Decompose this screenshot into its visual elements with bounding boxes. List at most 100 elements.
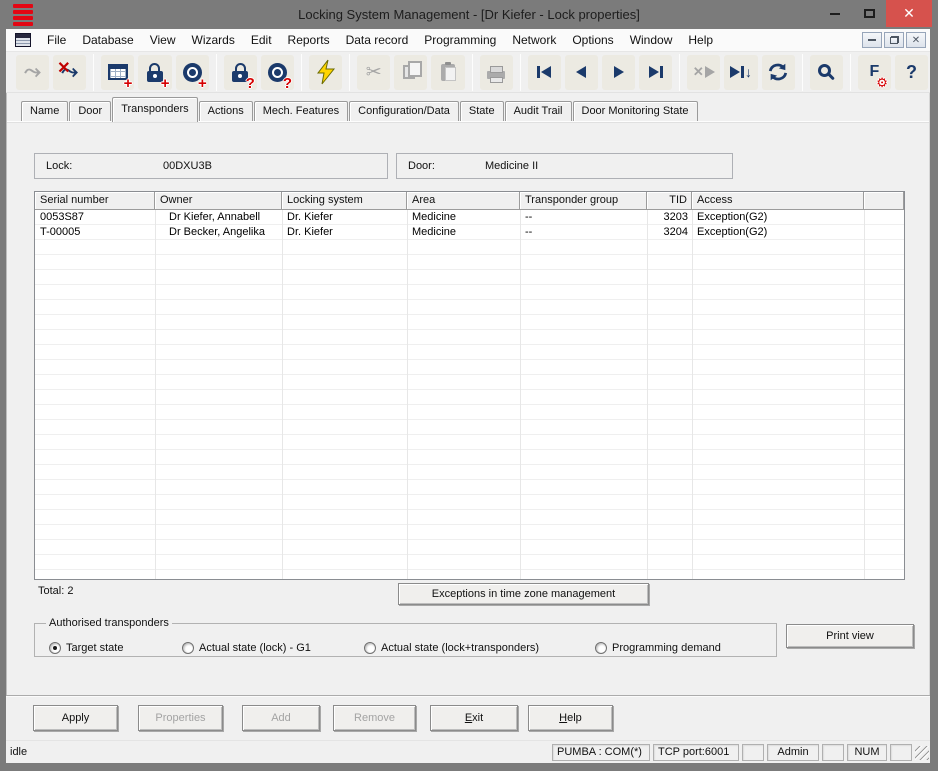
door-value: Medicine II (485, 160, 538, 172)
menu-network[interactable]: Network (504, 30, 564, 50)
new-locking-system-button[interactable]: + (101, 55, 134, 90)
tab-configuration-data[interactable]: Configuration/Data (349, 101, 459, 121)
filter-settings-button[interactable]: F⚙ (858, 55, 891, 90)
apply-label: Apply (34, 712, 117, 724)
plus-badge-icon: + (124, 77, 133, 91)
new-transponder-button[interactable]: + (176, 55, 209, 90)
remove-button[interactable]: Remove (333, 705, 416, 731)
exceptions-time-zone-button[interactable]: Exceptions in time zone management (398, 583, 649, 605)
cell-owner: Dr Kiefer, Annabell (155, 210, 282, 225)
new-record-button[interactable]: ↓ (724, 55, 757, 90)
menu-file[interactable]: File (39, 30, 74, 50)
radio-actual-state-lock-g1[interactable]: Actual state (lock) - G1 (182, 642, 311, 654)
transponders-table: Serial number Owner Locking system Area … (34, 191, 905, 580)
toolbar-separator (472, 54, 473, 91)
mdi-close-button[interactable]: ✕ (906, 32, 926, 48)
radio-target-state[interactable]: Target state (49, 642, 123, 654)
menu-wizards[interactable]: Wizards (184, 30, 243, 50)
door-field: Door: Medicine II (396, 153, 733, 179)
radio-label: Actual state (lock) - G1 (199, 642, 311, 654)
paste-icon (441, 64, 455, 81)
toolbar-separator (850, 54, 851, 91)
transfer-cancel-button[interactable]: ⤳✕ (53, 55, 86, 90)
menu-data-record[interactable]: Data record (338, 30, 417, 50)
copy-button[interactable] (394, 55, 427, 90)
column-header-serial-number[interactable]: Serial number (35, 192, 155, 210)
menu-programming[interactable]: Programming (416, 30, 504, 50)
lock-properties-dialog: Name Door Transponders Actions Mech. Fea… (6, 93, 930, 695)
tab-name[interactable]: Name (21, 101, 68, 121)
column-header-tid[interactable]: TID (647, 192, 692, 210)
radio-label: Actual state (lock+transponders) (381, 642, 539, 654)
read-lock-button[interactable]: ? (224, 55, 257, 90)
mdi-restore-button[interactable] (884, 32, 904, 48)
column-header-owner[interactable]: Owner (155, 192, 282, 210)
column-header-transponder-group[interactable]: Transponder group (520, 192, 647, 210)
toolbar-separator (349, 54, 350, 91)
properties-button[interactable]: Properties (138, 705, 223, 731)
refresh-button[interactable] (762, 55, 795, 90)
search-button[interactable] (810, 55, 843, 90)
total-count: Total: 2 (38, 585, 73, 597)
gear-icon: ⚙ (876, 76, 888, 89)
print-button[interactable] (480, 55, 513, 90)
menu-options[interactable]: Options (564, 30, 621, 50)
print-view-button[interactable]: Print view (786, 624, 914, 648)
tab-state[interactable]: State (460, 101, 504, 121)
window-close-button[interactable]: ✕ (886, 0, 932, 27)
help-label: Help (529, 712, 612, 724)
mdi-system-menu-icon[interactable] (15, 33, 31, 47)
grid-line (864, 210, 865, 579)
menubar: File Database View Wizards Edit Reports … (6, 29, 930, 52)
statusbar: idle PUMBA : COM(*) TCP port:6001 Admin … (6, 740, 930, 763)
mdi-minimize-button[interactable] (862, 32, 882, 48)
cancel-record-button[interactable]: ✕ (687, 55, 720, 90)
new-lock-button[interactable]: + (138, 55, 171, 90)
authorised-transponders-group: Authorised transponders Target state Act… (34, 617, 777, 657)
radio-actual-state-lock-transponders[interactable]: Actual state (lock+transponders) (364, 642, 539, 654)
radio-programming-demand[interactable]: Programming demand (595, 642, 721, 654)
first-record-button[interactable] (528, 55, 561, 90)
menu-help[interactable]: Help (680, 30, 721, 50)
paste-button[interactable] (431, 55, 464, 90)
table-row[interactable]: 0053S87 Dr Kiefer, Annabell Dr. Kiefer M… (35, 210, 904, 225)
read-transponder-button[interactable]: ? (261, 55, 294, 90)
tab-audit-trail[interactable]: Audit Trail (505, 101, 572, 121)
lightning-icon (315, 59, 337, 85)
cut-button[interactable]: ✂ (357, 55, 390, 90)
help-button[interactable]: ? (895, 55, 928, 90)
exit-button[interactable]: Exit (430, 705, 518, 731)
window-maximize-button[interactable] (852, 0, 886, 27)
menu-window[interactable]: Window (622, 30, 681, 50)
tab-actions[interactable]: Actions (199, 101, 253, 121)
column-header-access[interactable]: Access (692, 192, 864, 210)
window-minimize-button[interactable] (818, 0, 852, 27)
menu-database[interactable]: Database (74, 30, 141, 50)
column-header-filler (864, 192, 904, 210)
tab-transponders[interactable]: Transponders (112, 97, 197, 122)
tab-mech-features[interactable]: Mech. Features (254, 101, 348, 121)
column-header-locking-system[interactable]: Locking system (282, 192, 407, 210)
resize-grip[interactable] (915, 746, 929, 760)
previous-record-button[interactable] (565, 55, 598, 90)
toolbar-separator (301, 54, 302, 91)
menu-reports[interactable]: Reports (280, 30, 338, 50)
menu-edit[interactable]: Edit (243, 30, 280, 50)
cell-tid: 3203 (647, 210, 692, 225)
program-button[interactable] (309, 55, 342, 90)
column-header-area[interactable]: Area (407, 192, 520, 210)
first-record-icon (537, 66, 551, 78)
table-row[interactable]: T-00005 Dr Becker, Angelika Dr. Kiefer M… (35, 225, 904, 240)
cell-access: Exception(G2) (692, 210, 864, 225)
maximize-icon (864, 9, 875, 18)
tab-door[interactable]: Door (69, 101, 111, 121)
lock-value: 00DXU3B (163, 160, 212, 172)
transfer-button[interactable]: ⤳ (16, 55, 49, 90)
tab-door-monitoring-state[interactable]: Door Monitoring State (573, 101, 698, 121)
last-record-button[interactable] (639, 55, 672, 90)
apply-button[interactable]: Apply (33, 705, 118, 731)
menu-view[interactable]: View (142, 30, 184, 50)
add-button[interactable]: Add (242, 705, 320, 731)
next-record-button[interactable] (602, 55, 635, 90)
help-button-bottom[interactable]: Help (528, 705, 613, 731)
